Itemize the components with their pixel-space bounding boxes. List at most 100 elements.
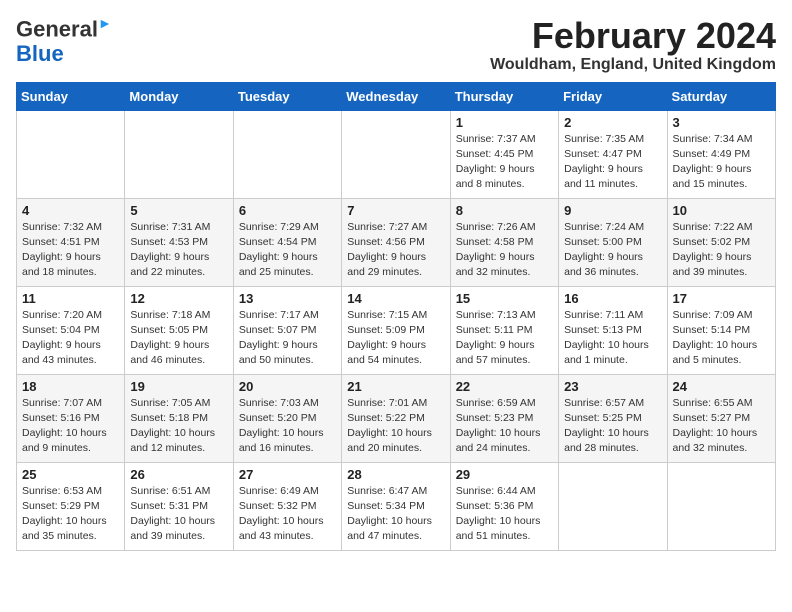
day-info: Sunrise: 7:37 AMSunset: 4:45 PMDaylight:… (456, 133, 536, 191)
day-info: Sunrise: 7:09 AMSunset: 5:14 PMDaylight:… (673, 309, 758, 367)
day-info: Sunrise: 7:26 AMSunset: 4:58 PMDaylight:… (456, 221, 536, 279)
calendar-cell: 5 Sunrise: 7:31 AMSunset: 4:53 PMDaylight… (125, 198, 233, 286)
day-number: 22 (456, 379, 553, 394)
day-info: Sunrise: 7:18 AMSunset: 5:05 PMDaylight:… (130, 309, 210, 367)
calendar-cell (559, 462, 667, 550)
calendar-week-row: 18 Sunrise: 7:07 AMSunset: 5:16 PMDayligh… (17, 374, 776, 462)
calendar-cell: 7 Sunrise: 7:27 AMSunset: 4:56 PMDaylight… (342, 198, 450, 286)
day-info: Sunrise: 7:01 AMSunset: 5:22 PMDaylight:… (347, 397, 432, 455)
location-title: Wouldham, England, United Kingdom (490, 56, 776, 74)
day-number: 18 (22, 379, 119, 394)
day-number: 16 (564, 291, 661, 306)
calendar-cell (667, 462, 775, 550)
calendar-cell: 22Sunrise: 6:59 AMSunset: 5:23 PMDayligh… (450, 374, 558, 462)
day-number: 12 (130, 291, 227, 306)
day-info: Sunrise: 7:35 AMSunset: 4:47 PMDaylight:… (564, 133, 644, 191)
calendar-cell: 9Sunrise: 7:24 AMSunset: 5:00 PMDaylight… (559, 198, 667, 286)
day-info: Sunrise: 7:29 AMSunset: 4:54 PMDaylight:… (239, 221, 319, 279)
weekday-header-friday: Friday (559, 82, 667, 110)
page-header: General► Blue February 2024 Wouldham, En… (16, 16, 776, 74)
day-info: Sunrise: 7:24 AMSunset: 5:00 PMDaylight:… (564, 221, 644, 279)
day-info: Sunrise: 6:53 AMSunset: 5:29 PMDaylight:… (22, 485, 107, 543)
calendar-week-row: 25 Sunrise: 6:53 AMSunset: 5:29 PMDayligh… (17, 462, 776, 550)
calendar-week-row: 11Sunrise: 7:20 AMSunset: 5:04 PMDayligh… (17, 286, 776, 374)
day-info: Sunrise: 7:31 AMSunset: 4:53 PMDaylight:… (130, 221, 210, 279)
logo: General► Blue (16, 16, 112, 66)
calendar-cell: 28 Sunrise: 6:47 AMSunset: 5:34 PMDayligh… (342, 462, 450, 550)
calendar-cell: 8 Sunrise: 7:26 AMSunset: 4:58 PMDaylight… (450, 198, 558, 286)
day-info: Sunrise: 7:07 AMSunset: 5:16 PMDaylight:… (22, 397, 107, 455)
day-info: Sunrise: 7:17 AMSunset: 5:07 PMDaylight:… (239, 309, 319, 367)
calendar-cell: 21 Sunrise: 7:01 AMSunset: 5:22 PMDayligh… (342, 374, 450, 462)
logo-blue: Blue (16, 41, 64, 66)
calendar-cell: 26Sunrise: 6:51 AMSunset: 5:31 PMDayligh… (125, 462, 233, 550)
day-number: 17 (673, 291, 770, 306)
calendar-cell: 14 Sunrise: 7:15 AMSunset: 5:09 PMDayligh… (342, 286, 450, 374)
calendar-cell: 15 Sunrise: 7:13 AMSunset: 5:11 PMDayligh… (450, 286, 558, 374)
calendar-cell: 25 Sunrise: 6:53 AMSunset: 5:29 PMDayligh… (17, 462, 125, 550)
weekday-header-monday: Monday (125, 82, 233, 110)
calendar-cell: 11Sunrise: 7:20 AMSunset: 5:04 PMDayligh… (17, 286, 125, 374)
day-info: Sunrise: 6:57 AMSunset: 5:25 PMDaylight:… (564, 397, 649, 455)
weekday-header-sunday: Sunday (17, 82, 125, 110)
day-info: Sunrise: 7:15 AMSunset: 5:09 PMDaylight:… (347, 309, 427, 367)
weekday-header-row: SundayMondayTuesdayWednesdayThursdayFrid… (17, 82, 776, 110)
calendar-cell: 4 Sunrise: 7:32 AMSunset: 4:51 PMDaylight… (17, 198, 125, 286)
month-title: February 2024 (490, 16, 776, 56)
calendar-cell (125, 110, 233, 198)
day-number: 4 (22, 203, 119, 218)
day-number: 5 (130, 203, 227, 218)
day-number: 27 (239, 467, 336, 482)
day-number: 10 (673, 203, 770, 218)
calendar-cell (233, 110, 341, 198)
day-number: 15 (456, 291, 553, 306)
day-number: 7 (347, 203, 444, 218)
calendar-cell: 3 Sunrise: 7:34 AMSunset: 4:49 PMDaylight… (667, 110, 775, 198)
day-info: Sunrise: 7:13 AMSunset: 5:11 PMDaylight:… (456, 309, 536, 367)
calendar-cell: 2Sunrise: 7:35 AMSunset: 4:47 PMDaylight… (559, 110, 667, 198)
day-number: 19 (130, 379, 227, 394)
calendar-cell: 1 Sunrise: 7:37 AMSunset: 4:45 PMDaylight… (450, 110, 558, 198)
calendar-cell: 27 Sunrise: 6:49 AMSunset: 5:32 PMDayligh… (233, 462, 341, 550)
calendar-cell: 23 Sunrise: 6:57 AMSunset: 5:25 PMDayligh… (559, 374, 667, 462)
day-number: 11 (22, 291, 119, 306)
calendar-cell: 13 Sunrise: 7:17 AMSunset: 5:07 PMDayligh… (233, 286, 341, 374)
logo-text: General► Blue (16, 16, 112, 66)
day-info: Sunrise: 7:27 AMSunset: 4:56 PMDaylight:… (347, 221, 427, 279)
day-info: Sunrise: 6:44 AMSunset: 5:36 PMDaylight:… (456, 485, 541, 543)
logo-general: General (16, 16, 98, 41)
day-info: Sunrise: 7:22 AMSunset: 5:02 PMDaylight:… (673, 221, 753, 279)
day-number: 24 (673, 379, 770, 394)
day-number: 13 (239, 291, 336, 306)
calendar-cell (342, 110, 450, 198)
calendar-cell: 12 Sunrise: 7:18 AMSunset: 5:05 PMDayligh… (125, 286, 233, 374)
calendar-cell: 24 Sunrise: 6:55 AMSunset: 5:27 PMDayligh… (667, 374, 775, 462)
day-number: 3 (673, 115, 770, 130)
calendar-cell: 10 Sunrise: 7:22 AMSunset: 5:02 PMDayligh… (667, 198, 775, 286)
day-number: 23 (564, 379, 661, 394)
weekday-header-tuesday: Tuesday (233, 82, 341, 110)
day-number: 1 (456, 115, 553, 130)
day-info: Sunrise: 7:34 AMSunset: 4:49 PMDaylight:… (673, 133, 753, 191)
day-number: 8 (456, 203, 553, 218)
calendar-week-row: 4 Sunrise: 7:32 AMSunset: 4:51 PMDaylight… (17, 198, 776, 286)
day-number: 21 (347, 379, 444, 394)
day-number: 20 (239, 379, 336, 394)
calendar-cell (17, 110, 125, 198)
day-number: 28 (347, 467, 444, 482)
weekday-header-thursday: Thursday (450, 82, 558, 110)
weekday-header-saturday: Saturday (667, 82, 775, 110)
day-info: Sunrise: 7:11 AMSunset: 5:13 PMDaylight:… (564, 309, 649, 367)
calendar-cell: 6Sunrise: 7:29 AMSunset: 4:54 PMDaylight… (233, 198, 341, 286)
day-info: Sunrise: 7:32 AMSunset: 4:51 PMDaylight:… (22, 221, 102, 279)
calendar-cell: 17 Sunrise: 7:09 AMSunset: 5:14 PMDayligh… (667, 286, 775, 374)
day-info: Sunrise: 7:03 AMSunset: 5:20 PMDaylight:… (239, 397, 324, 455)
title-area: February 2024 Wouldham, England, United … (490, 16, 776, 74)
day-number: 25 (22, 467, 119, 482)
day-info: Sunrise: 6:49 AMSunset: 5:32 PMDaylight:… (239, 485, 324, 543)
day-number: 14 (347, 291, 444, 306)
calendar-cell: 19Sunrise: 7:05 AMSunset: 5:18 PMDayligh… (125, 374, 233, 462)
day-info: Sunrise: 6:55 AMSunset: 5:27 PMDaylight:… (673, 397, 758, 455)
day-info: Sunrise: 6:47 AMSunset: 5:34 PMDaylight:… (347, 485, 432, 543)
calendar-week-row: 1 Sunrise: 7:37 AMSunset: 4:45 PMDaylight… (17, 110, 776, 198)
